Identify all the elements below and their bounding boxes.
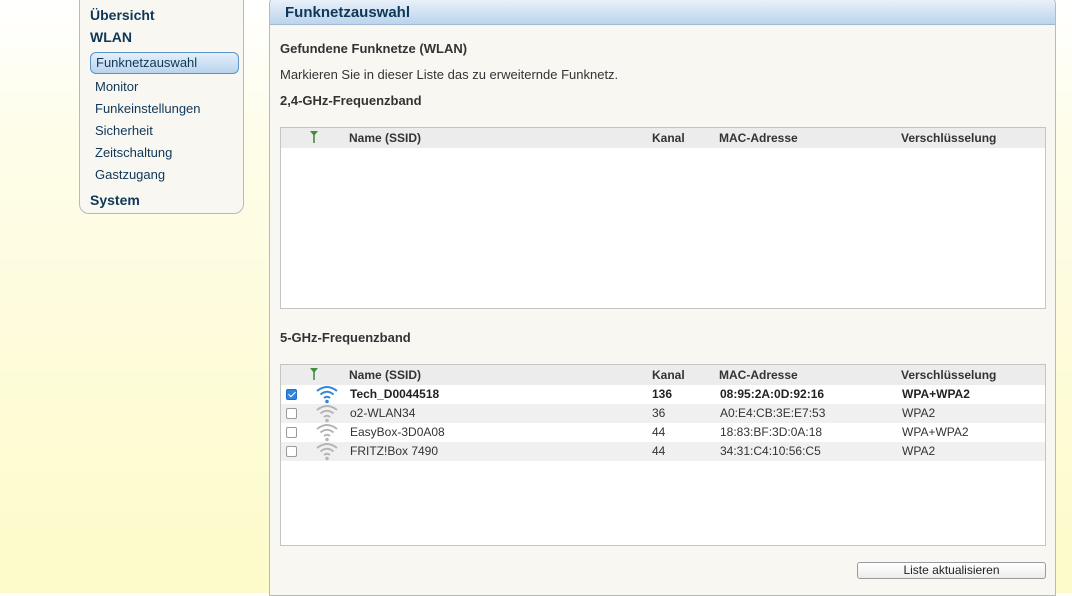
band5-title: 5-GHz-Frequenzband [280,330,411,345]
wifi-signal-icon [316,405,338,423]
network-row[interactable]: EasyBox-3D0A08 44 18:83:BF:3D:0A:18 WPA+… [281,423,1045,442]
nav-item-sicherheit[interactable]: Sicherheit [95,123,153,138]
network-mac: 34:31:C4:10:56:C5 [720,444,821,458]
col-encryption: Verschlüsselung [901,368,997,382]
page-title: Funknetzauswahl [285,4,411,21]
network-row[interactable]: o2-WLAN34 36 A0:E4:CB:3E:E7:53 WPA2 [281,404,1045,423]
network-mac: 18:83:BF:3D:0A:18 [720,425,823,439]
sidebar-nav: Übersicht WLAN Funknetzauswahl Monitor F… [79,0,244,214]
network-mac: 08:95:2A:0D:92:16 [720,387,825,401]
network-encryption: WPA2 [902,444,936,458]
nav-wlan[interactable]: WLAN [90,29,132,45]
band24-table: Name (SSID) Kanal MAC-Adresse Verschlüss… [280,127,1046,309]
network-ssid: o2-WLAN34 [350,406,416,420]
band24-table-header: Name (SSID) Kanal MAC-Adresse Verschlüss… [281,128,1045,148]
col-channel: Kanal [652,131,685,145]
network-channel: 136 [652,387,673,401]
band5-table: Name (SSID) Kanal MAC-Adresse Verschlüss… [280,364,1046,546]
col-name: Name (SSID) [349,131,422,145]
refresh-list-button[interactable]: Liste aktualisieren [857,562,1046,579]
network-select-checkbox[interactable] [286,446,297,457]
wifi-signal-icon [316,386,338,404]
instruction-text: Markieren Sie in dieser Liste das zu erw… [280,67,619,82]
wifi-signal-icon [316,443,338,461]
panel-header: Funknetzauswahl [270,0,1055,25]
network-channel: 44 [652,444,666,458]
band24-title: 2,4-GHz-Frequenzband [280,93,422,108]
nav-item-funknetzauswahl[interactable]: Funknetzauswahl [90,52,239,74]
network-ssid: EasyBox-3D0A08 [350,425,445,439]
network-select-checkbox[interactable] [286,427,297,438]
network-ssid: Tech_D0044518 [350,387,440,401]
found-networks-heading: Gefundene Funknetze (WLAN) [280,41,468,56]
nav-overview[interactable]: Übersicht [90,7,155,23]
network-select-checkbox[interactable] [286,389,297,400]
main-panel: Funknetzauswahl Gefundene Funknetze (WLA… [269,0,1056,596]
network-encryption: WPA2 [902,406,936,420]
network-encryption: WPA+WPA2 [902,425,969,439]
network-channel: 44 [652,425,666,439]
network-row[interactable]: FRITZ!Box 7490 44 34:31:C4:10:56:C5 WPA2 [281,442,1045,461]
nav-item-zeitschaltung[interactable]: Zeitschaltung [95,145,172,160]
network-select-checkbox[interactable] [286,408,297,419]
network-encryption: WPA+WPA2 [902,387,970,401]
network-channel: 36 [652,406,666,420]
nav-item-monitor[interactable]: Monitor [95,79,138,94]
col-name: Name (SSID) [349,368,422,382]
band5-table-header: Name (SSID) Kanal MAC-Adresse Verschlüss… [281,365,1045,385]
nav-item-funkeinstellungen[interactable]: Funkeinstellungen [95,101,201,116]
col-channel: Kanal [652,368,685,382]
nav-system[interactable]: System [90,192,140,208]
antenna-icon [310,131,318,143]
network-ssid: FRITZ!Box 7490 [350,444,439,458]
antenna-icon [310,368,318,380]
wifi-signal-icon [316,424,338,442]
nav-item-gastzugang[interactable]: Gastzugang [95,167,165,182]
network-mac: A0:E4:CB:3E:E7:53 [720,406,826,420]
network-row[interactable]: Tech_D0044518 136 08:95:2A:0D:92:16 WPA+… [281,385,1045,404]
col-encryption: Verschlüsselung [901,131,997,145]
col-mac: MAC-Adresse [719,368,798,382]
col-mac: MAC-Adresse [719,131,798,145]
